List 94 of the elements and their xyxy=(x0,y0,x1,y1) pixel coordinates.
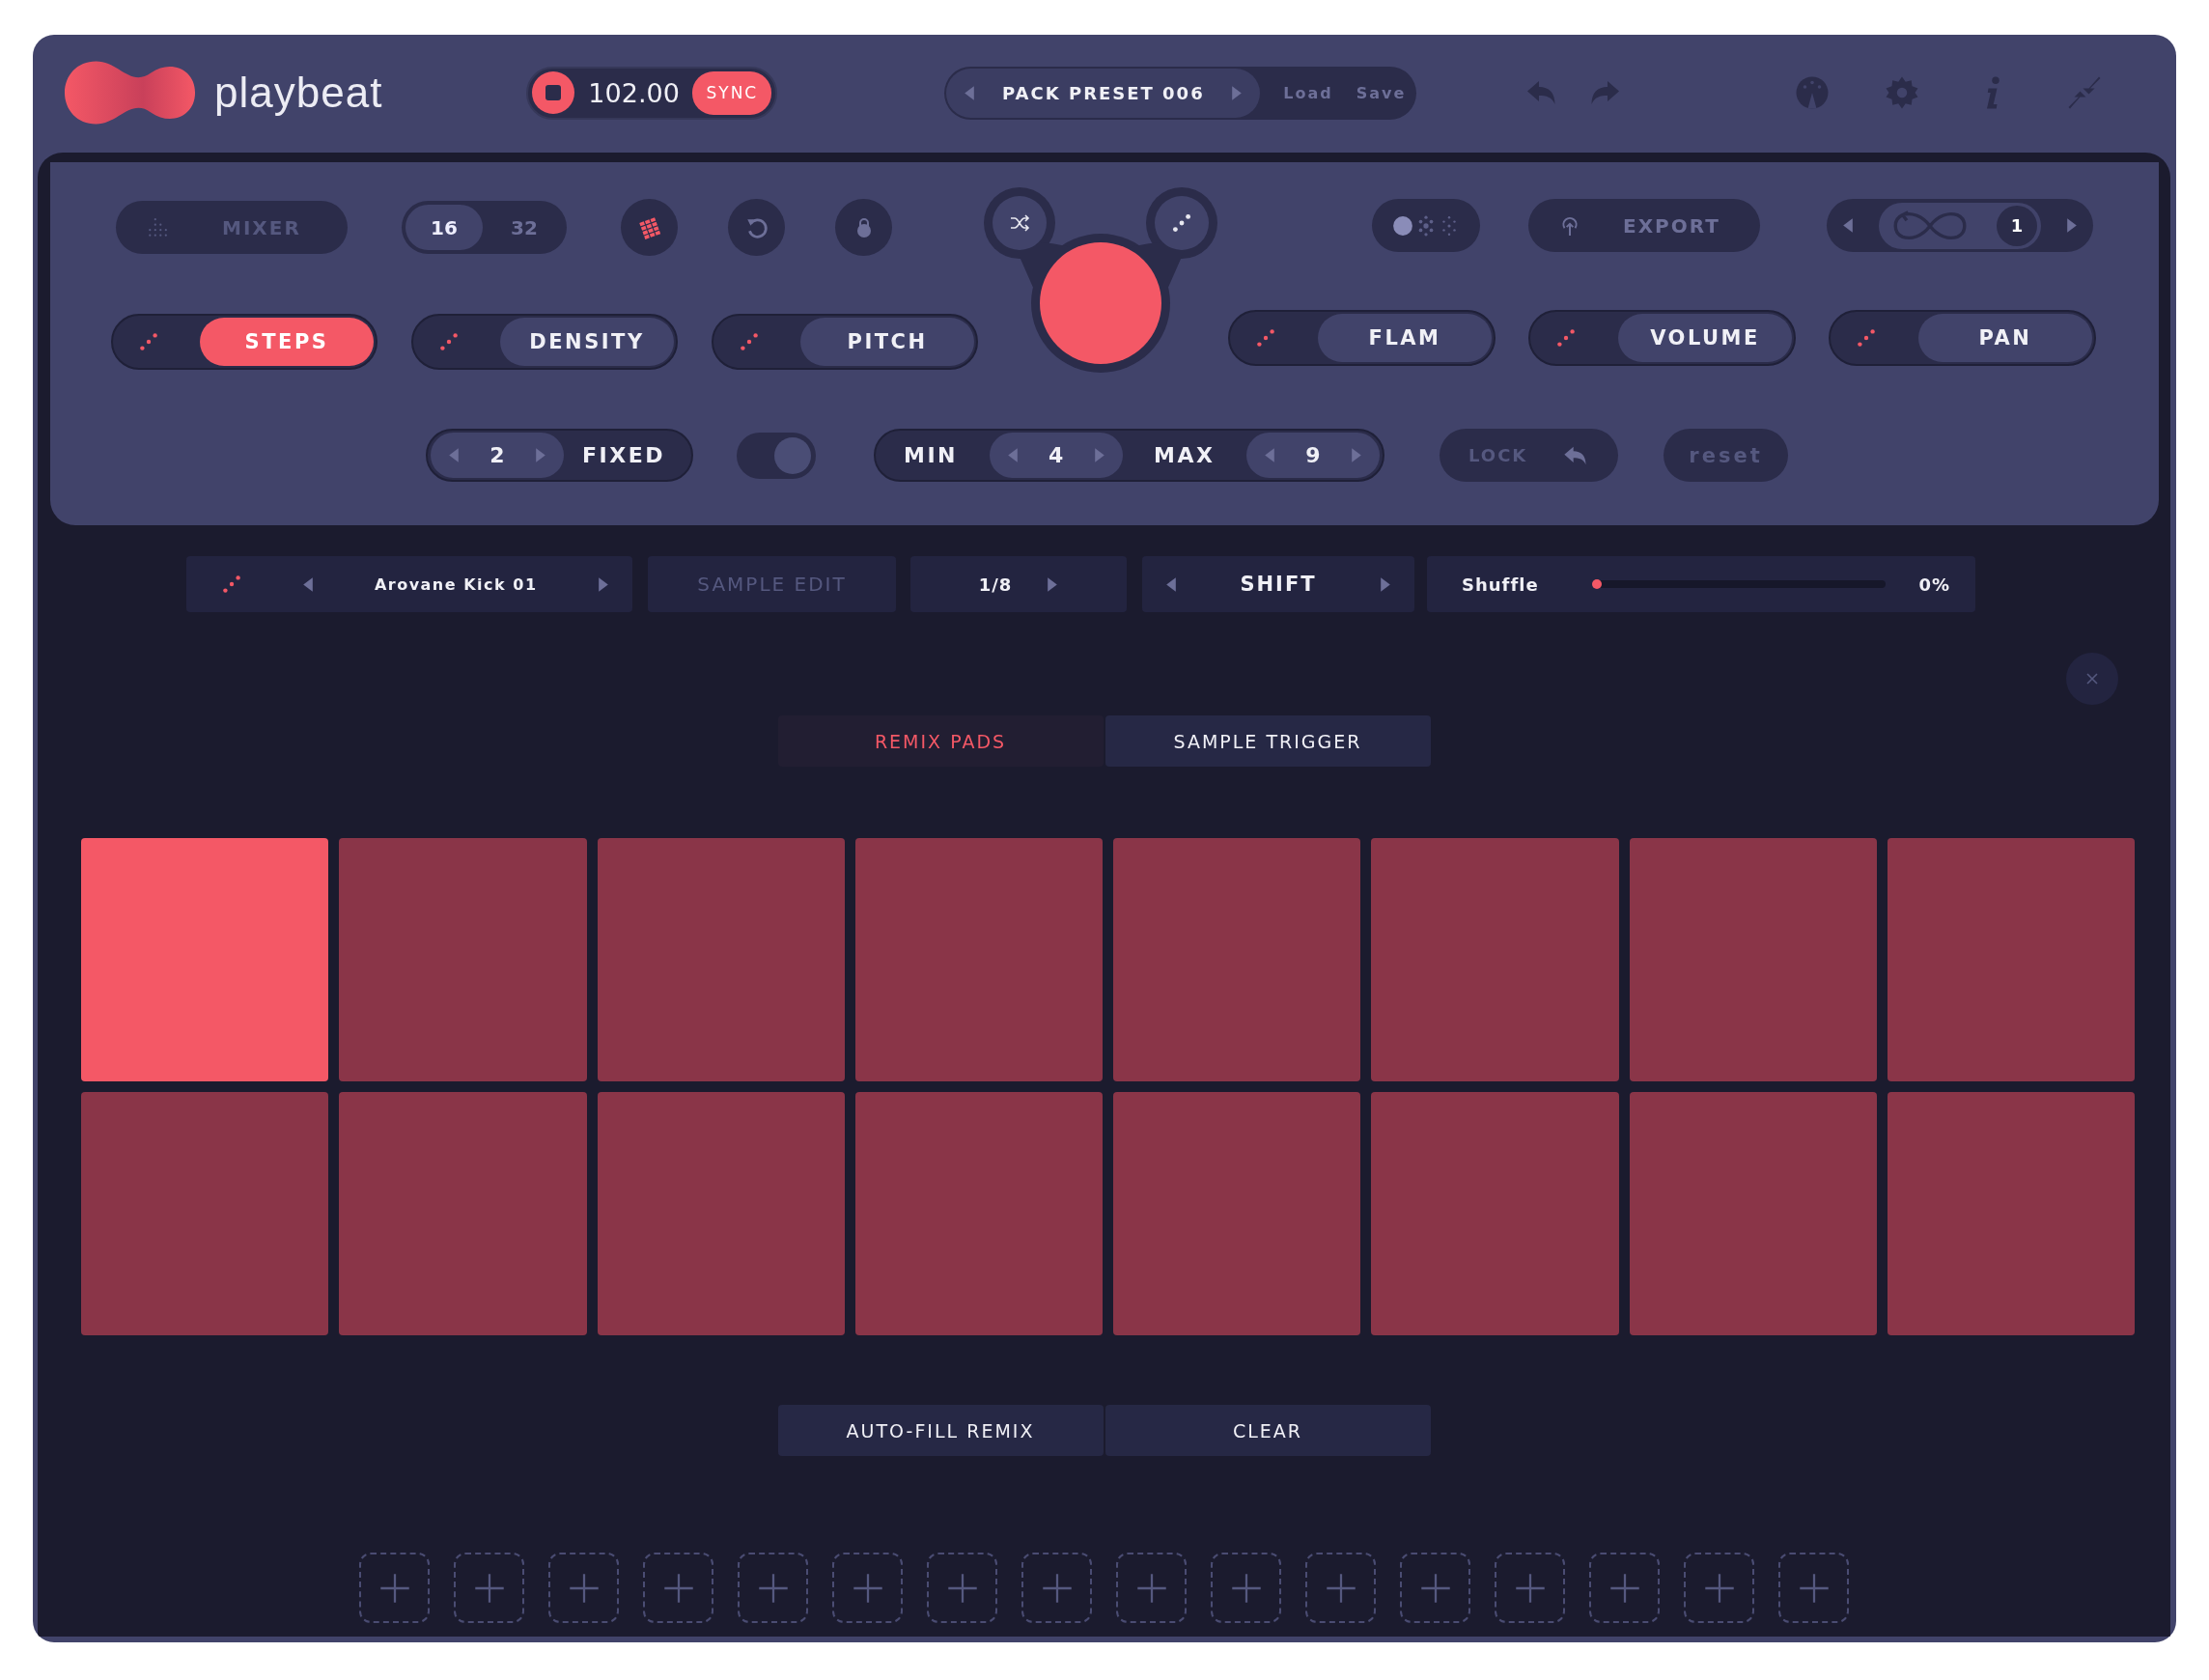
parameter-button[interactable]: DENSITY xyxy=(500,318,674,366)
caret-left-icon[interactable] xyxy=(302,575,315,593)
dots-icon[interactable] xyxy=(138,331,159,352)
plus-icon xyxy=(1134,1571,1168,1605)
plus-icon xyxy=(472,1571,506,1605)
stop-icon xyxy=(544,83,564,102)
fixed-label: FIXED xyxy=(582,443,665,467)
dots-icon[interactable] xyxy=(1555,327,1577,349)
loop-count: 1 xyxy=(1997,205,2037,246)
add-slot-button[interactable] xyxy=(359,1553,430,1623)
sample-name: Arovane Kick 01 xyxy=(374,574,538,594)
caret-right-icon[interactable] xyxy=(535,447,546,463)
plus-icon xyxy=(756,1571,790,1605)
add-slot-button[interactable] xyxy=(1589,1553,1660,1623)
dots-icon[interactable] xyxy=(739,331,760,352)
plus-icon xyxy=(1324,1571,1357,1605)
preset-selector[interactable]: PACK PRESET 006 xyxy=(946,68,1261,118)
add-slot-button[interactable] xyxy=(548,1553,619,1623)
add-slot-button[interactable] xyxy=(1021,1553,1092,1623)
add-slot-button[interactable] xyxy=(1305,1553,1376,1623)
settings-icon[interactable] xyxy=(1885,75,1920,110)
loop-selector[interactable]: 1 xyxy=(1879,202,2041,249)
max-value[interactable]: 9 xyxy=(1305,443,1321,467)
action-button[interactable]: CLEAR xyxy=(1104,1405,1431,1456)
shift-label: SHIFT xyxy=(1240,573,1317,596)
caret-right-icon[interactable] xyxy=(597,575,609,593)
plus-icon xyxy=(1513,1571,1547,1605)
tab[interactable]: SAMPLE TRIGGER xyxy=(1104,715,1431,767)
plus-icon xyxy=(661,1571,695,1605)
add-slot-button[interactable] xyxy=(1211,1553,1281,1623)
add-slot-button[interactable] xyxy=(643,1553,713,1623)
parameter-button[interactable]: VOLUME xyxy=(1618,314,1792,362)
tempo-value[interactable]: 102.00 xyxy=(588,77,680,108)
slider-thumb[interactable] xyxy=(1591,579,1602,589)
dots-icon[interactable] xyxy=(221,574,242,595)
add-slot-button[interactable] xyxy=(738,1553,808,1623)
shuffle-value: 0% xyxy=(1918,574,1950,595)
dot-icon[interactable] xyxy=(1392,214,1413,237)
caret-left-icon[interactable] xyxy=(1842,217,1854,234)
add-slot-button[interactable] xyxy=(1778,1553,1849,1623)
dots-icon[interactable] xyxy=(1856,327,1877,349)
min-label: MIN xyxy=(904,443,958,467)
step-value[interactable]: 2 xyxy=(489,443,505,467)
caret-left-icon[interactable] xyxy=(448,447,460,463)
grid-icon xyxy=(637,215,661,239)
add-slot-button[interactable] xyxy=(927,1553,997,1623)
dial-icon[interactable] xyxy=(1795,75,1831,110)
stop-button[interactable] xyxy=(532,71,575,114)
caret-right-icon[interactable] xyxy=(1351,447,1362,463)
plus-icon xyxy=(1229,1571,1263,1605)
caret-left-icon[interactable] xyxy=(1264,447,1275,463)
plus-icon xyxy=(1608,1571,1641,1605)
caret-left-icon[interactable] xyxy=(964,84,976,101)
plus-icon xyxy=(567,1571,601,1605)
caret-right-icon[interactable] xyxy=(1047,575,1059,593)
plus-icon xyxy=(851,1571,884,1605)
add-slot-button[interactable] xyxy=(454,1553,524,1623)
caret-right-icon[interactable] xyxy=(1093,447,1105,463)
caret-left-icon[interactable] xyxy=(1165,575,1177,593)
plus-icon xyxy=(1797,1571,1831,1605)
plus-icon xyxy=(1418,1571,1452,1605)
caret-right-icon[interactable] xyxy=(2066,217,2078,234)
add-slot-button[interactable] xyxy=(1400,1553,1470,1623)
add-slot-button[interactable] xyxy=(1495,1553,1565,1623)
plus-icon xyxy=(1702,1571,1736,1605)
mode-toggle[interactable] xyxy=(737,432,816,479)
preset-name: PACK PRESET 006 xyxy=(1002,82,1205,103)
parameter-button[interactable]: PAN xyxy=(1918,314,2092,362)
max-label: MAX xyxy=(1154,443,1216,467)
min-value[interactable]: 4 xyxy=(1048,443,1064,467)
caret-right-icon[interactable] xyxy=(1380,575,1391,593)
parameter-button[interactable]: FLAM xyxy=(1318,314,1492,362)
caret-left-icon[interactable] xyxy=(1006,447,1019,463)
plus-icon xyxy=(945,1571,979,1605)
dots-icon[interactable] xyxy=(1255,327,1276,349)
collapse-icon[interactable] xyxy=(2067,75,2103,110)
shuffle-label: Shuffle xyxy=(1462,574,1539,595)
tab[interactable]: REMIX PADS xyxy=(777,715,1104,767)
dots-icon xyxy=(1171,212,1192,234)
plus-icon xyxy=(1040,1571,1074,1605)
resolution-option[interactable]: 16 xyxy=(405,205,483,250)
add-slot-button[interactable] xyxy=(832,1553,903,1623)
app-name: playbeat xyxy=(214,69,383,117)
division-value: 1/8 xyxy=(978,574,1013,595)
plus-icon xyxy=(377,1571,411,1605)
close-icon xyxy=(2084,671,2100,686)
logo-icon xyxy=(64,59,197,126)
action-button[interactable]: AUTO-FILL REMIX xyxy=(777,1405,1104,1456)
dots-icon[interactable] xyxy=(438,331,460,352)
parameter-button[interactable]: PITCH xyxy=(800,318,974,366)
add-slot-button[interactable] xyxy=(1116,1553,1187,1623)
mixer-icon xyxy=(147,216,168,238)
add-slot-button[interactable] xyxy=(1684,1553,1754,1623)
caret-right-icon[interactable] xyxy=(1231,84,1244,101)
